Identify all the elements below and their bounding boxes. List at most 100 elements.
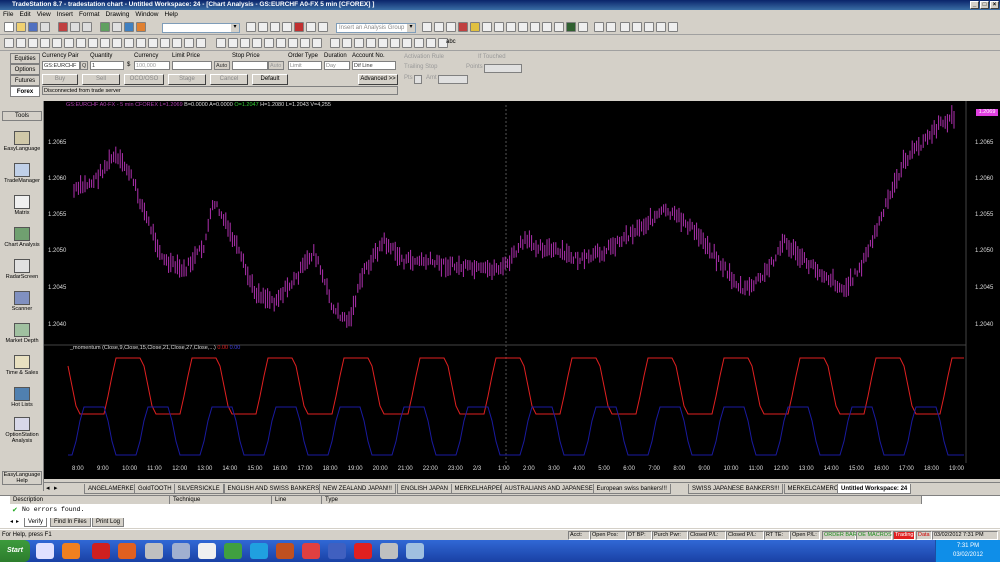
window-icon[interactable]: [282, 22, 292, 32]
taskbar-firefox-icon[interactable]: [118, 543, 136, 559]
taskbar-media-icon[interactable]: [276, 543, 294, 559]
close-button[interactable]: ×: [990, 1, 999, 9]
taskbar-app-icon[interactable]: [92, 543, 110, 559]
insert-icon[interactable]: [124, 22, 134, 32]
cut-icon[interactable]: [58, 22, 68, 32]
hammer-icon[interactable]: [644, 22, 654, 32]
taskbar-tradestation-icon[interactable]: [198, 543, 216, 559]
channel-icon[interactable]: [40, 38, 50, 48]
menu-view[interactable]: View: [34, 11, 54, 18]
flag-icon[interactable]: [414, 38, 424, 48]
scan-icon[interactable]: [578, 22, 588, 32]
menu-window[interactable]: Window: [132, 11, 161, 18]
bars-icon[interactable]: [530, 22, 540, 32]
shortcut-matrix[interactable]: Matrix: [2, 195, 42, 216]
taskbar-alien-icon[interactable]: [145, 543, 163, 559]
stop-icon[interactable]: [458, 22, 468, 32]
stage-button[interactable]: Stage: [168, 74, 206, 85]
cycle-lines-icon[interactable]: [288, 38, 298, 48]
tab-print-log[interactable]: Print Log: [92, 518, 125, 527]
currency-pair-input[interactable]: GS:EURCHF: [42, 61, 80, 70]
shortcut-hot-lists[interactable]: Hot Lists: [2, 387, 42, 408]
crosshair-icon[interactable]: [632, 22, 642, 32]
shortcut-easylanguage-help[interactable]: EasyLanguage Help: [2, 471, 42, 485]
volume-icon[interactable]: [542, 22, 552, 32]
tab-scroll-left-icon[interactable]: ◂: [46, 484, 50, 492]
taskbar-dvd-icon[interactable]: [328, 543, 346, 559]
taskbar-window-icon[interactable]: [172, 543, 190, 559]
tool-icon[interactable]: [446, 22, 456, 32]
status-oe-macros[interactable]: OE MACROS: [856, 531, 892, 540]
stop-auto-button[interactable]: Auto: [268, 61, 284, 70]
taskbar-opera-icon[interactable]: [354, 543, 372, 559]
if-touched-checkbox[interactable]: If Touched: [478, 54, 506, 60]
ellipse-icon[interactable]: [378, 38, 388, 48]
alert-icon[interactable]: [294, 22, 304, 32]
workspace-tab[interactable]: GoldTOOTH: [134, 484, 176, 494]
order-type-select[interactable]: Limit: [288, 61, 322, 70]
bar-icon[interactable]: [318, 22, 328, 32]
workspace-tab[interactable]: ENGLISH JAPAN: [397, 484, 452, 494]
currency-pair-lookup-button[interactable]: Q: [80, 61, 88, 70]
tab-scroll-right-icon[interactable]: ▸: [54, 484, 58, 492]
refresh-icon[interactable]: [246, 22, 256, 32]
minimize-button[interactable]: _: [970, 1, 979, 9]
data-icon[interactable]: [494, 22, 504, 32]
trend-line-icon[interactable]: [4, 38, 14, 48]
chart-window[interactable]: [44, 101, 1000, 479]
shortcut-easylanguage[interactable]: EasyLanguage: [2, 131, 42, 152]
workspace-tab[interactable]: ENGLISH AND SWISS BANKERS: [223, 484, 324, 494]
new-icon[interactable]: [4, 22, 14, 32]
buy-button[interactable]: Buy: [42, 74, 78, 85]
workspace-tab[interactable]: SWISS JAPANESE BANKERS!!!: [688, 484, 784, 494]
shortcut-time-sales[interactable]: Time & Sales: [2, 355, 42, 376]
settings-icon[interactable]: [482, 22, 492, 32]
radar-icon[interactable]: [566, 22, 576, 32]
vertical-line-icon[interactable]: [28, 38, 38, 48]
open-icon[interactable]: [16, 22, 26, 32]
arrow-icon[interactable]: [330, 38, 340, 48]
chart-icon[interactable]: [100, 22, 110, 32]
indicator-icon[interactable]: [136, 22, 146, 32]
add-analysis-icon[interactable]: [422, 22, 432, 32]
taskbar-skype-icon[interactable]: [250, 543, 268, 559]
analysis-group-combo[interactable]: Insert an Analysis Group: [336, 23, 416, 33]
shortcut-chart-analysis[interactable]: Chart Analysis: [2, 227, 42, 248]
arc-icon[interactable]: [112, 38, 122, 48]
line-tool-icon[interactable]: [216, 38, 226, 48]
angle-icon[interactable]: [252, 38, 262, 48]
pane-scroll-right-icon[interactable]: ▸: [16, 518, 22, 527]
retracement-icon[interactable]: [148, 38, 158, 48]
speed-icon[interactable]: [276, 38, 286, 48]
time-lines-icon[interactable]: [300, 38, 310, 48]
taskbar-explorer-icon[interactable]: [36, 543, 54, 559]
tab-find-in-files[interactable]: Find In Files: [50, 518, 91, 527]
shortcut-optionstation[interactable]: OptionStation Analysis: [2, 417, 42, 444]
tab-futures[interactable]: Futures: [10, 75, 40, 86]
pitchfork-icon[interactable]: [196, 38, 206, 48]
strategy-icon[interactable]: [470, 22, 480, 32]
tab-verify[interactable]: Verify: [24, 518, 48, 527]
col-line[interactable]: Line: [272, 496, 322, 504]
down-arrow-icon[interactable]: [402, 38, 412, 48]
currency-input[interactable]: 100,000: [134, 61, 170, 70]
time-icon[interactable]: [554, 22, 564, 32]
workspace-tab[interactable]: ANGELAMERKEL: [84, 484, 142, 494]
workspace-tab[interactable]: SILVERSICKLE: [173, 484, 224, 494]
percent-icon[interactable]: [172, 38, 182, 48]
default-button[interactable]: Default: [252, 74, 288, 85]
calc-icon[interactable]: [518, 22, 528, 32]
stop-price-input[interactable]: [232, 61, 268, 70]
text-icon[interactable]: [366, 38, 376, 48]
menu-file[interactable]: File: [0, 11, 16, 18]
up-arrow-icon[interactable]: [390, 38, 400, 48]
status-data[interactable]: Data: [916, 531, 932, 540]
points-input[interactable]: [484, 64, 522, 73]
quantity-input[interactable]: 1: [90, 61, 124, 70]
cross-icon[interactable]: [240, 38, 250, 48]
chart-canvas[interactable]: [44, 101, 1000, 479]
col-description[interactable]: Description: [10, 496, 170, 504]
menu-insert[interactable]: Insert: [54, 11, 76, 18]
zoom-in-icon[interactable]: [594, 22, 604, 32]
col-technique[interactable]: Technique: [170, 496, 272, 504]
